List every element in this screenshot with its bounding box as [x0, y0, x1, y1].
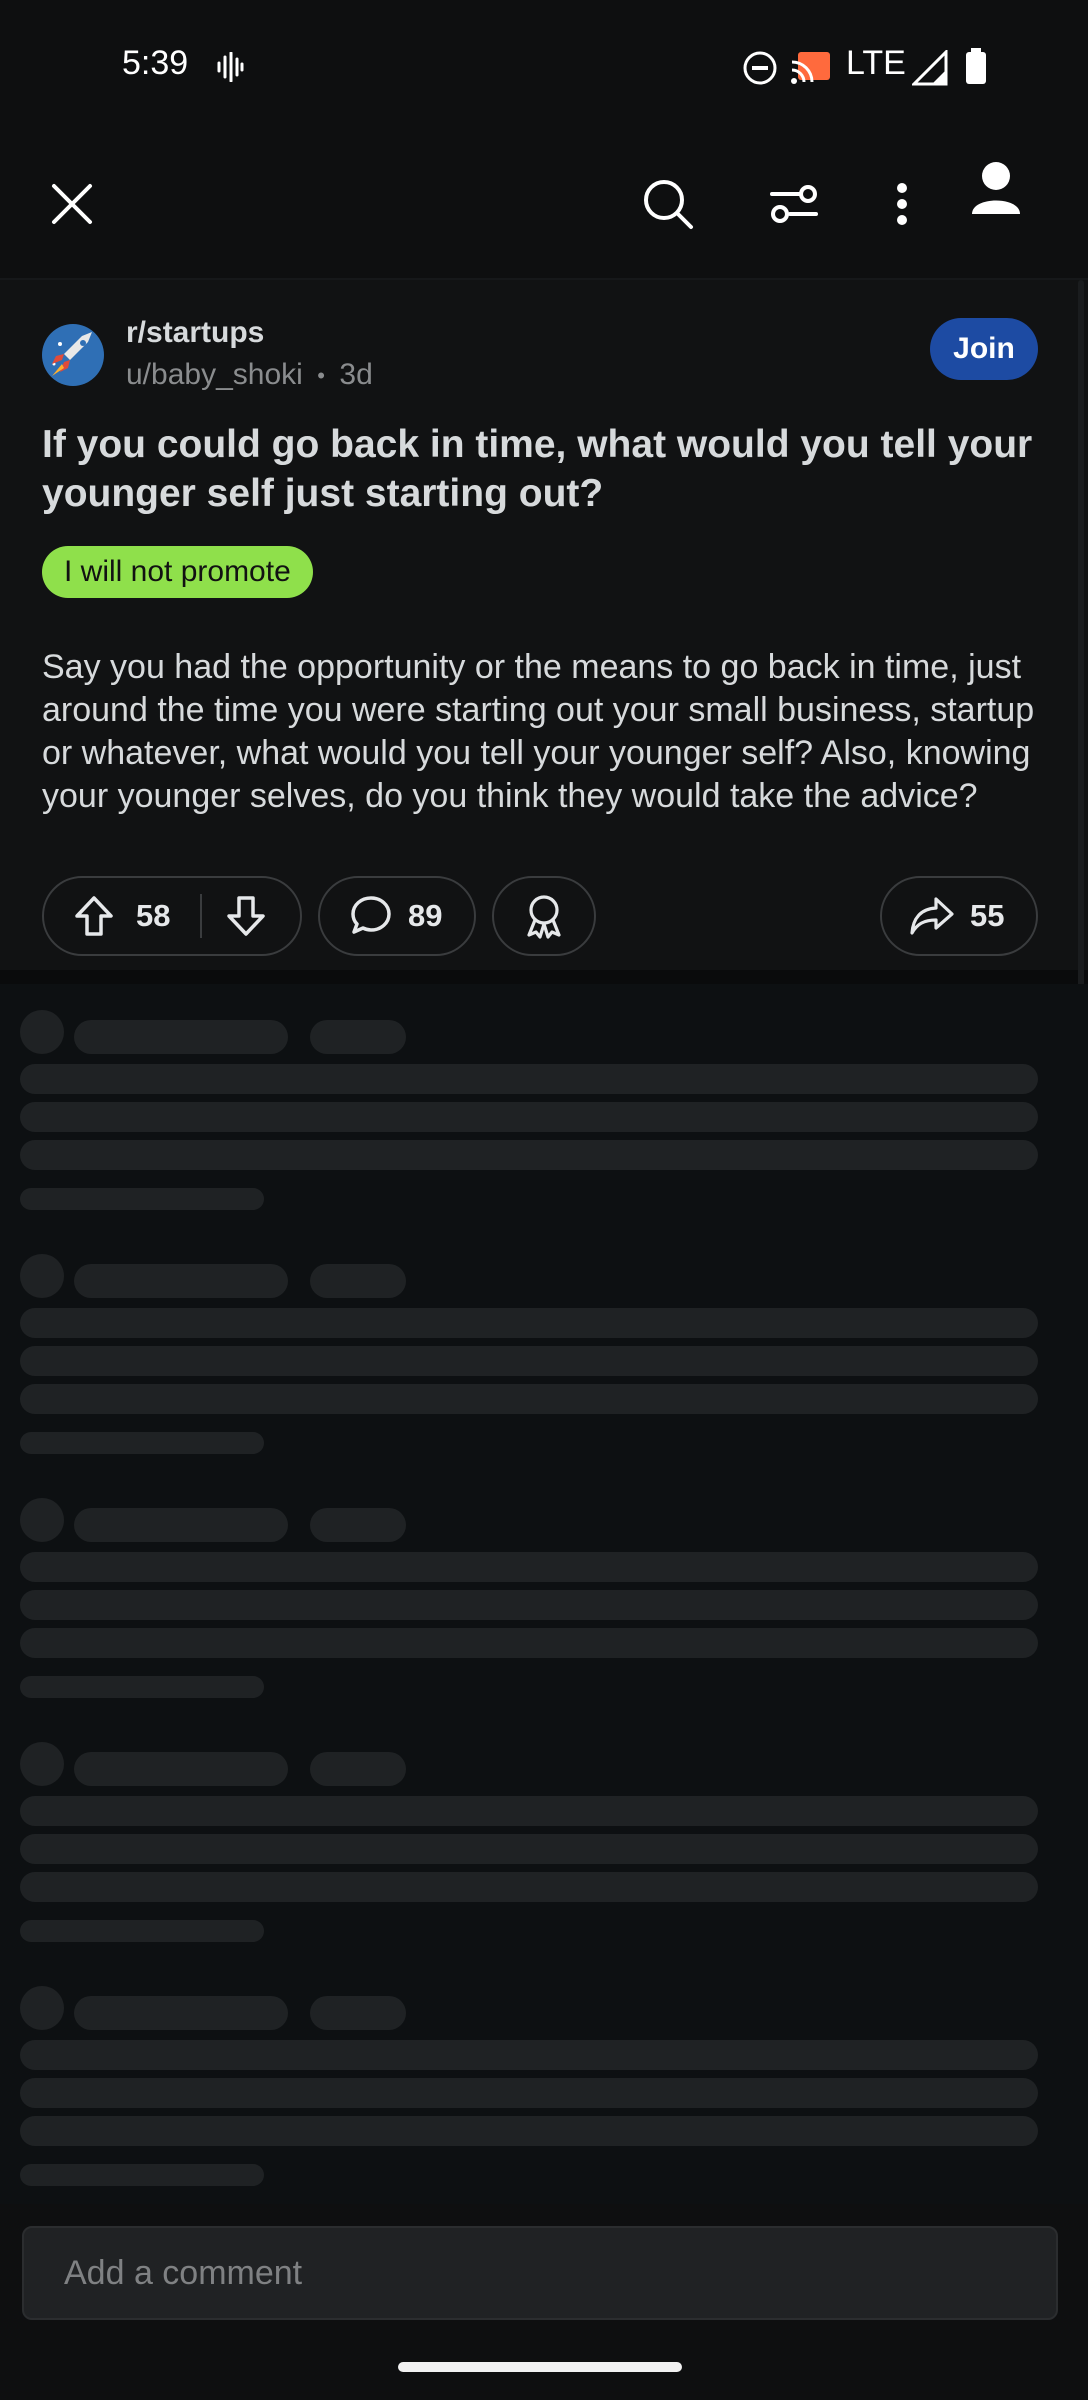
award-icon	[527, 895, 561, 939]
status-time: 5:39	[122, 44, 189, 82]
downvote-arrow-icon	[227, 896, 266, 936]
subreddit-avatar[interactable]	[42, 324, 104, 391]
vote-bar: 58	[42, 876, 302, 956]
post-title: If you could go back in time, what would…	[42, 423, 1033, 515]
upvote-count: 58	[136, 898, 171, 933]
more-vertical-icon	[897, 183, 907, 225]
do-not-disturb-icon	[742, 50, 778, 91]
post-body: Say you had the opportunity or the means…	[42, 648, 1035, 815]
close-button[interactable]	[40, 172, 104, 236]
share-button[interactable]: 55	[880, 876, 1038, 956]
close-icon	[52, 184, 92, 224]
signal-icon	[910, 48, 948, 91]
voice-activity-icon	[216, 51, 244, 87]
profile-button[interactable]	[964, 156, 1028, 220]
post-meta: u/baby_shoki • 3d	[126, 358, 373, 392]
upvote-button[interactable]	[74, 895, 114, 937]
search-button[interactable]	[636, 172, 700, 236]
author-name[interactable]: u/baby_shoki	[126, 358, 303, 391]
more-options-button[interactable]	[870, 172, 934, 236]
post-divider	[0, 970, 1088, 984]
comment-count: 89	[408, 898, 443, 933]
post-flair[interactable]: I will not promote	[42, 546, 313, 598]
search-icon	[644, 180, 693, 229]
home-indicator[interactable]	[398, 2362, 682, 2372]
comments-button[interactable]: 89	[318, 876, 476, 956]
cast-icon	[790, 48, 832, 91]
downvote-button[interactable]	[226, 895, 266, 937]
battery-icon	[964, 48, 988, 91]
subreddit-name[interactable]: r/startups	[126, 316, 264, 350]
award-button[interactable]	[492, 876, 596, 956]
sort-filter-button[interactable]	[762, 172, 826, 236]
vote-divider	[200, 894, 203, 938]
comment-bubble-icon	[351, 896, 391, 934]
share-count: 55	[970, 898, 1005, 933]
share-arrow-icon	[910, 897, 954, 935]
profile-icon	[972, 162, 1020, 214]
upvote-arrow-icon	[75, 896, 113, 936]
add-comment-input[interactable]: Add a comment	[22, 2226, 1058, 2320]
join-button[interactable]: Join	[930, 318, 1038, 380]
network-type: LTE	[846, 44, 906, 82]
sort-filter-icon	[770, 185, 818, 223]
post-age: 3d	[339, 358, 373, 391]
meta-separator: •	[311, 363, 332, 389]
